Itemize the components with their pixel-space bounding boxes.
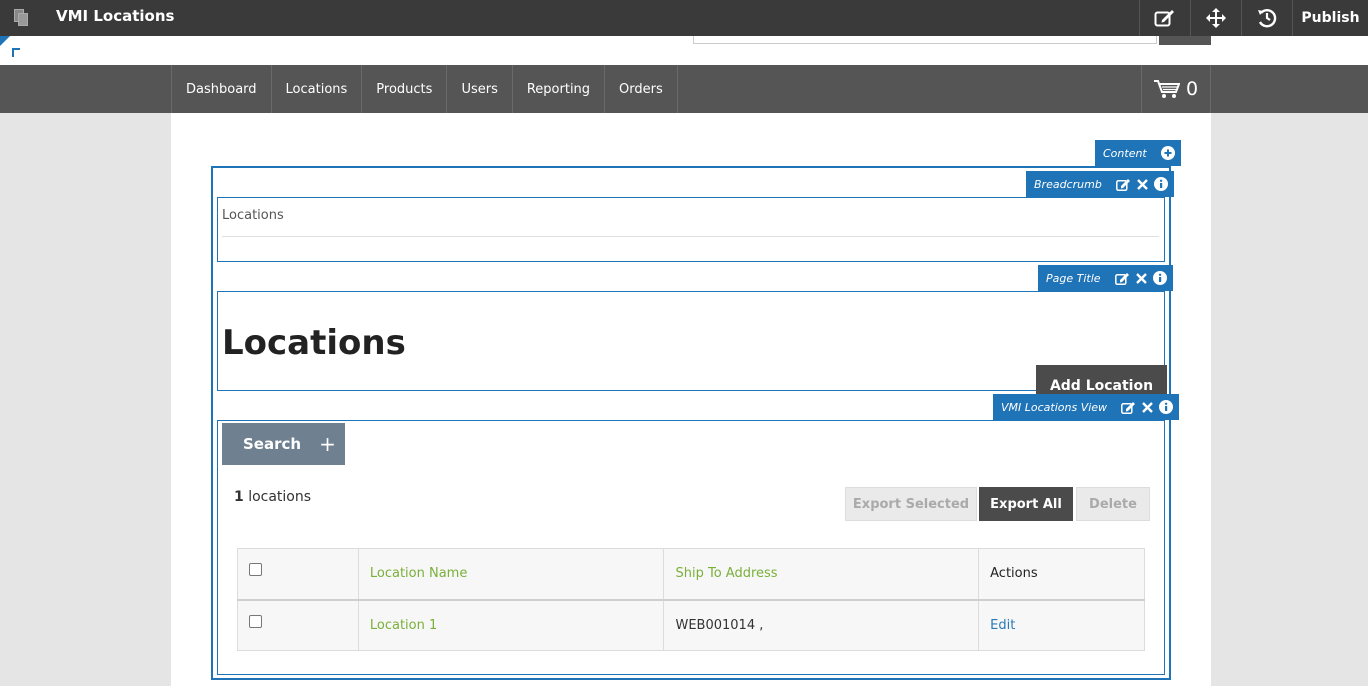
select-all-cell (237, 548, 359, 601)
cms-bracket-icon (12, 48, 20, 57)
search-toggle-label: Search (243, 435, 302, 453)
vmi-view-widget-title: VMI Locations View (1001, 400, 1108, 414)
column-header-ship-to-address[interactable]: Ship To Address (663, 548, 980, 601)
results-count-suffix: locations (243, 489, 312, 505)
row-checkbox[interactable] (249, 614, 262, 628)
column-header-actions: Actions (978, 548, 1145, 601)
move-widgets-button[interactable] (1190, 0, 1241, 36)
cms-toolbar: VMI Locations Publish (0, 0, 1368, 36)
nav-item-locations[interactable]: Locations (272, 65, 363, 113)
nav-item-users[interactable]: Users (447, 65, 513, 113)
breadcrumb-widget-label: Breadcrumb (1026, 171, 1174, 197)
export-all-button[interactable]: Export All (979, 487, 1073, 521)
breadcrumb-widget (217, 197, 1165, 262)
nav-item-dashboard[interactable]: Dashboard (172, 65, 272, 113)
ship-to-address: WEB001014 , (663, 599, 980, 651)
nav-item-products[interactable]: Products (362, 65, 448, 113)
edit-icon[interactable] (1114, 272, 1130, 285)
edit-icon[interactable] (1115, 178, 1131, 191)
nav-item-orders[interactable]: Orders (605, 65, 678, 113)
cms-corner-marker (0, 36, 10, 46)
edit-link[interactable]: Edit (978, 599, 1145, 651)
column-header-location-name[interactable]: Location Name (357, 548, 665, 601)
locations-table: Location Name Ship To Address Actions Lo… (237, 548, 1145, 651)
edit-icon (1154, 10, 1174, 27)
info-icon[interactable] (1159, 400, 1174, 414)
cart-count: 0 (1185, 78, 1199, 100)
breadcrumb-divider (222, 236, 1159, 237)
vmi-view-widget-label: VMI Locations View (993, 394, 1180, 420)
export-selected-button[interactable]: Export Selected (845, 487, 977, 521)
publish-button[interactable]: Publish (1292, 0, 1368, 36)
nav-items: Dashboard Locations Products Users Repor… (171, 65, 678, 113)
results-count-number: 1 (234, 489, 244, 505)
history-icon (1258, 9, 1277, 28)
move-icon (1206, 8, 1226, 28)
edit-page-button[interactable] (1139, 0, 1190, 36)
site-search-input[interactable] (693, 36, 1157, 44)
results-count: 1 locations (234, 489, 311, 505)
table-header-row: Location Name Ship To Address Actions (237, 548, 1145, 601)
delete-button[interactable]: Delete (1076, 487, 1150, 521)
site-search-button[interactable] (1159, 36, 1211, 45)
cms-page-title: VMI Locations (56, 7, 175, 25)
search-toggle-button[interactable]: Search + (222, 423, 345, 465)
page-title: Locations (222, 323, 406, 363)
breadcrumb-widget-title: Breadcrumb (1034, 177, 1102, 191)
nav-item-reporting[interactable]: Reporting (513, 65, 606, 113)
info-icon[interactable] (1152, 271, 1167, 285)
location-name-link[interactable]: Location 1 (357, 599, 665, 651)
cart-button[interactable]: 0 (1141, 65, 1211, 113)
history-button[interactable] (1241, 0, 1292, 36)
close-icon[interactable] (1142, 401, 1153, 413)
edit-icon[interactable] (1121, 401, 1136, 414)
cart-icon (1153, 80, 1180, 98)
select-all-checkbox[interactable] (249, 563, 262, 577)
info-icon[interactable] (1153, 177, 1168, 191)
pages-icon[interactable] (14, 9, 30, 27)
close-icon[interactable] (1136, 178, 1148, 190)
breadcrumb[interactable]: Locations (222, 208, 284, 223)
page-title-widget-label: Page Title (1038, 265, 1173, 291)
table-row: Location 1 WEB001014 , Edit (237, 599, 1145, 651)
content-zone-label: Content (1095, 140, 1181, 166)
content-zone-title: Content (1103, 146, 1147, 160)
main-nav: Dashboard Locations Products Users Repor… (0, 65, 1368, 113)
close-icon[interactable] (1135, 272, 1147, 284)
add-widget-icon[interactable] (1160, 146, 1175, 160)
plus-icon: + (319, 432, 336, 456)
row-select-cell (237, 599, 359, 651)
page-title-widget-title: Page Title (1046, 271, 1101, 285)
